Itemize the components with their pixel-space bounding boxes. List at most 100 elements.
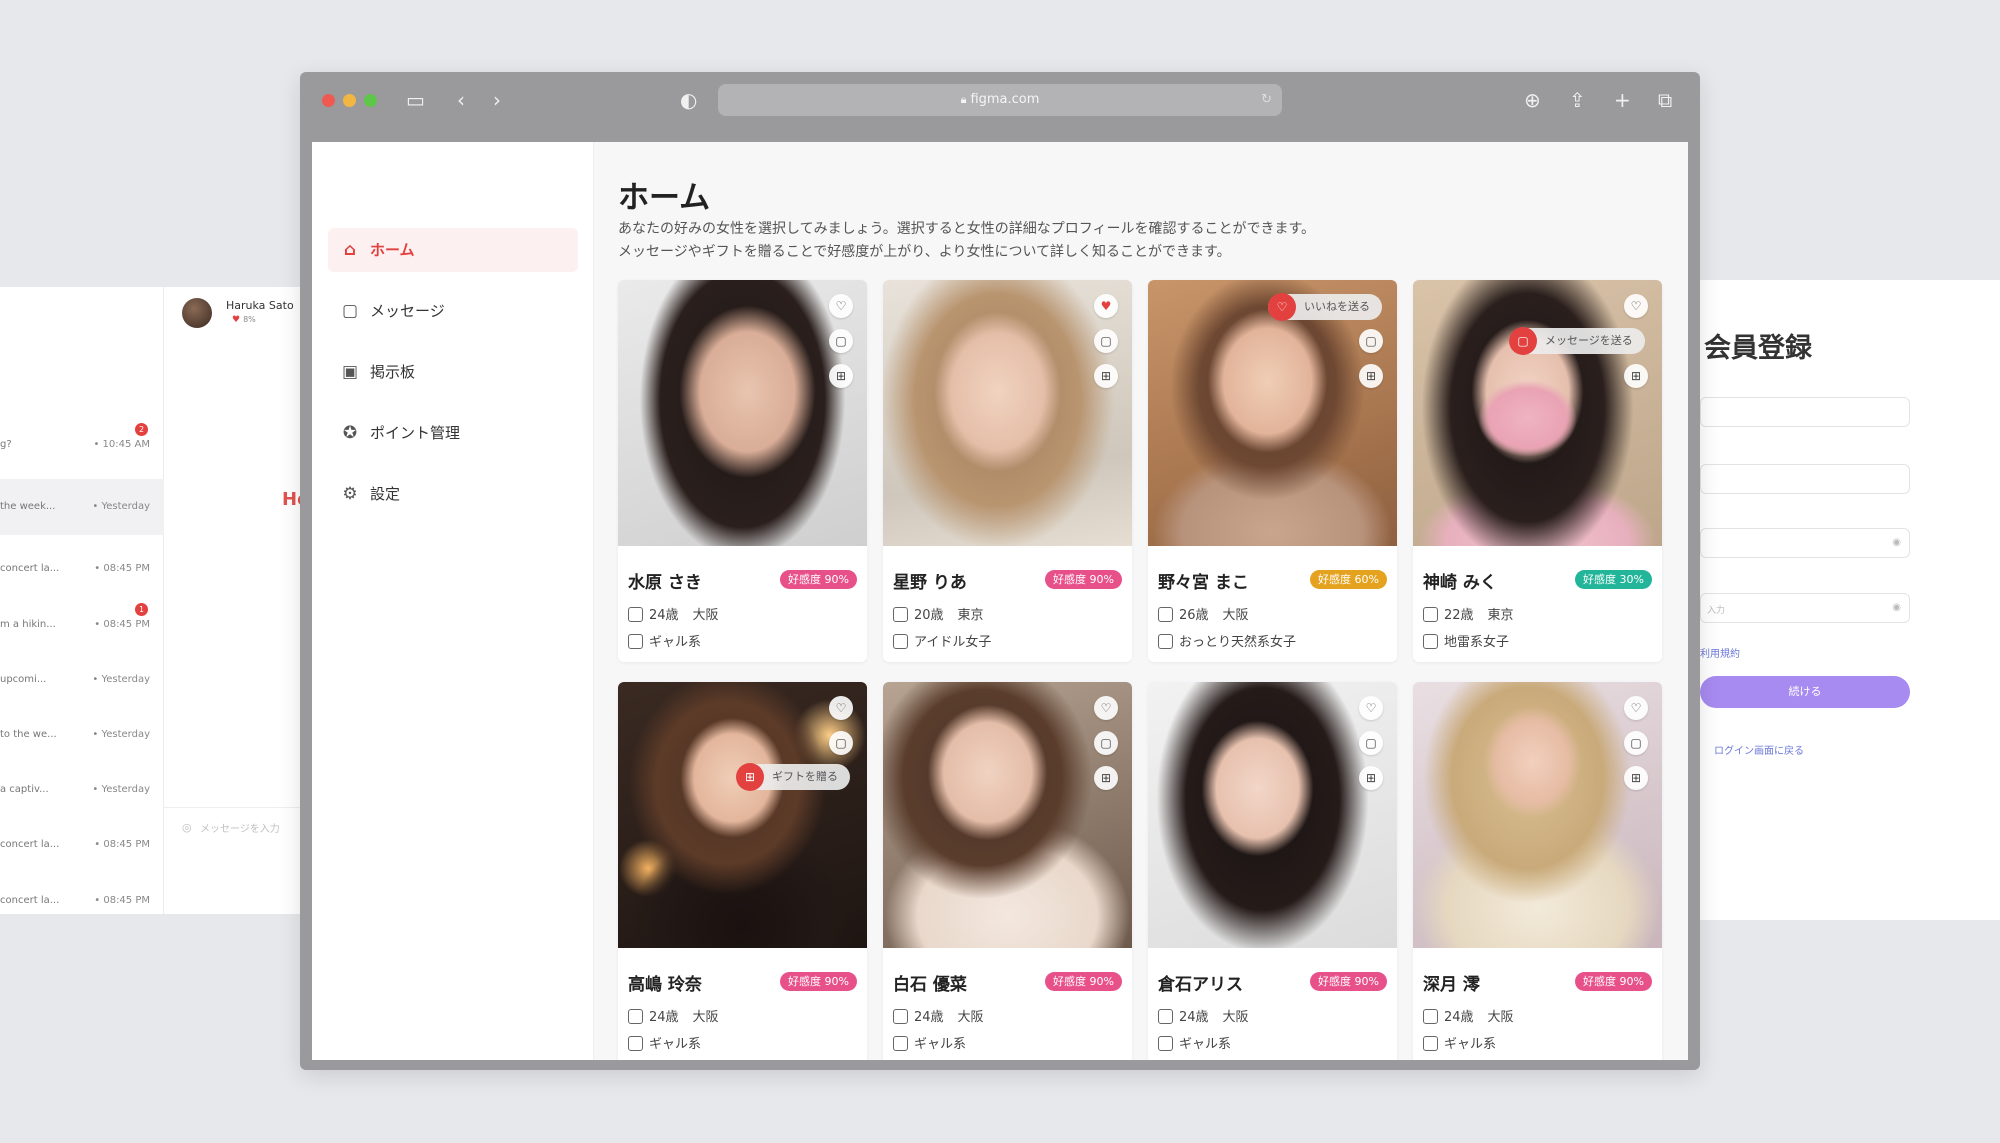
page-description: あなたの好みの女性を選択してみましょう。選択すると女性の詳細なプロフィールを確認… xyxy=(618,218,1315,264)
like-icon[interactable]: ♡ xyxy=(1624,294,1648,318)
download-icon[interactable]: ⊕ xyxy=(1524,86,1541,114)
signup-field[interactable] xyxy=(1700,464,1910,494)
sidebar-item-points[interactable]: ✪ ポイント管理 xyxy=(328,411,578,455)
password-field[interactable]: ◉ xyxy=(1700,528,1910,558)
sidebar-item-label: ホーム xyxy=(370,241,415,259)
person-icon xyxy=(893,1009,908,1024)
conversation-time: • Yesterday xyxy=(92,729,150,740)
profile-age-area: 24歳 大阪 xyxy=(628,1006,719,1025)
conversation-item[interactable]: to the we... • Yesterday xyxy=(0,707,164,763)
description-line: メッセージやギフトを贈ることで好感度が上がり、より女性について詳しく知ることがで… xyxy=(618,244,1231,260)
like-icon[interactable]: ♡ xyxy=(1624,696,1648,720)
tabs-overview-icon[interactable]: ⧉ xyxy=(1658,86,1672,114)
privacy-shield-icon[interactable]: ◐ xyxy=(680,86,697,114)
maximize-window-button[interactable] xyxy=(364,94,377,107)
like-icon[interactable]: ♡ xyxy=(829,696,853,720)
like-icon[interactable]: ♡ xyxy=(829,294,853,318)
tag-icon xyxy=(1423,634,1438,649)
message-icon[interactable]: ▢ xyxy=(1094,731,1118,755)
conversation-item[interactable]: a captiv... • Yesterday xyxy=(0,762,164,818)
reload-icon[interactable]: ↻ xyxy=(1261,84,1272,116)
gift-icon[interactable]: ⊞ xyxy=(1094,364,1118,388)
conversation-item[interactable]: upcomi... • Yesterday xyxy=(0,652,164,708)
profile-card[interactable]: ♡ いいねを送る ♡ ▢ ⊞ 野々宮 まこ 好感度 60% 26歳大阪 おっとり… xyxy=(1148,280,1397,662)
sidebar: ⌂ ホーム ▢ メッセージ ▣ 掲示板 ✪ ポイント管理 ⚙ 設定 xyxy=(312,142,594,1060)
gift-icon[interactable]: ⊞ xyxy=(1094,766,1118,790)
eye-icon[interactable]: ◉ xyxy=(1892,537,1901,548)
new-tab-icon[interactable]: + xyxy=(1614,86,1631,114)
conversation-item[interactable]: concert la... • 08:45 PM xyxy=(0,873,164,914)
conversation-item[interactable]: the week... • Yesterday xyxy=(0,479,164,535)
sidebar-item-label: ポイント管理 xyxy=(370,424,461,442)
like-icon[interactable]: ♡ xyxy=(1094,696,1118,720)
gift-icon[interactable]: ⊞ xyxy=(829,364,853,388)
message-icon[interactable]: ▢ xyxy=(1359,731,1383,755)
conversation-item[interactable]: m a hikin... 1 • 08:45 PM xyxy=(0,597,164,653)
conversation-time: • Yesterday xyxy=(92,674,150,685)
unread-badge: 1 xyxy=(135,603,148,616)
sidebar-item-label: 掲示板 xyxy=(370,363,416,381)
gift-icon[interactable]: ⊞ xyxy=(1359,766,1383,790)
conversation-time: • 08:45 PM xyxy=(94,839,150,850)
field-placeholder: 入力 xyxy=(1707,606,1726,616)
eye-icon[interactable]: ◉ xyxy=(1892,602,1901,613)
profile-area: 大阪 xyxy=(957,1010,984,1025)
gift-icon[interactable]: ⊞ xyxy=(1624,364,1648,388)
continue-button[interactable]: 続ける xyxy=(1700,676,1910,708)
profile-age: 26歳 xyxy=(1179,608,1209,623)
back-icon[interactable]: ‹ xyxy=(457,86,465,114)
tooltip-label: メッセージを送る xyxy=(1545,334,1633,347)
address-bar[interactable]: 🔒︎ figma.com ↻ xyxy=(718,84,1282,116)
back-to-login-link[interactable]: ログイン画面に戻る xyxy=(1714,742,1804,757)
message-icon[interactable]: ▢ xyxy=(1094,329,1118,353)
card-actions: ♡ ▢ ⊞ xyxy=(829,294,853,399)
profile-card[interactable]: ⊞ ギフトを贈る ♡ ▢ ⊞ 高嶋 玲奈 好感度 90% 24歳大阪 ギャル系 xyxy=(618,682,867,1060)
sidebar-item-board[interactable]: ▣ 掲示板 xyxy=(328,350,578,394)
profile-card[interactable]: ♡ ▢ ⊞ 深月 澪 好感度 90% 24歳 大阪 ギャル系 xyxy=(1413,682,1662,1060)
forward-icon[interactable]: › xyxy=(493,86,501,114)
profile-card[interactable]: ♡ ▢ ⊞ 水原 さき 好感度 90% 24歳 大阪 ギャル系 xyxy=(618,280,867,662)
profile-card[interactable]: ▢ メッセージを送る ♡ ▢ ⊞ 神崎 みく 好感度 30% 22歳東京 地雷系… xyxy=(1413,280,1662,662)
affinity-badge: 好感度 30% xyxy=(1575,570,1652,589)
points-icon: ✪ xyxy=(342,423,358,443)
share-icon[interactable]: ⇪ xyxy=(1569,86,1586,114)
profile-area: 大阪 xyxy=(1487,1010,1514,1025)
person-icon xyxy=(628,607,643,622)
sidebar-item-home[interactable]: ⌂ ホーム xyxy=(328,228,578,272)
profile-age: 24歳 xyxy=(649,1010,679,1025)
gift-icon[interactable]: ⊞ xyxy=(1359,364,1383,388)
affinity-badge: 好感度 90% xyxy=(1310,972,1387,991)
sidebar-toggle-icon[interactable]: ▭ xyxy=(406,86,425,114)
settings-icon: ⚙ xyxy=(342,484,358,504)
conversation-item[interactable]: g? 2 • 10:45 AM xyxy=(0,417,164,473)
profile-name: 高嶋 玲奈 xyxy=(628,975,702,995)
profile-age-area: 24歳 大阪 xyxy=(1423,1006,1514,1025)
message-icon[interactable]: ▢ xyxy=(1624,731,1648,755)
sidebar-item-settings[interactable]: ⚙ 設定 xyxy=(328,472,578,516)
page-title: ホーム xyxy=(618,180,711,216)
minimize-window-button[interactable] xyxy=(343,94,356,107)
profile-card[interactable]: ♡ ▢ ⊞ 白石 優菜 好感度 90% 24歳 大阪 ギャル系 xyxy=(883,682,1132,1060)
conversation-item[interactable]: concert la... • 08:45 PM xyxy=(0,817,164,873)
message-icon[interactable]: ▢ xyxy=(829,329,853,353)
message-input[interactable]: ◎ メッセージを入力 xyxy=(164,807,300,847)
person-icon xyxy=(1423,1009,1438,1024)
message-icon[interactable]: ▢ xyxy=(1359,329,1383,353)
signup-field[interactable] xyxy=(1700,397,1910,427)
profile-age-area: 26歳 大阪 xyxy=(1158,604,1249,623)
profile-card[interactable]: ♡ ▢ ⊞ 倉石アリス 好感度 90% 24歳 大阪 ギャル系 xyxy=(1148,682,1397,1060)
terms-link[interactable]: 利用規約 xyxy=(1700,645,1740,660)
conversation-preview: a captiv... xyxy=(0,784,49,795)
sidebar-item-messages[interactable]: ▢ メッセージ xyxy=(328,289,578,333)
camera-icon[interactable]: ◎ xyxy=(182,821,192,834)
tag-icon xyxy=(1158,634,1173,649)
profile-card[interactable]: ♥ ▢ ⊞ 星野 りあ 好感度 90% 20歳 東京 アイドル女子 xyxy=(883,280,1132,662)
profile-age-area: 20歳 東京 xyxy=(893,604,984,623)
message-icon[interactable]: ▢ xyxy=(829,731,853,755)
password-confirm-field[interactable]: 入力 ◉ xyxy=(1700,593,1910,623)
close-window-button[interactable] xyxy=(322,94,335,107)
liked-heart-icon[interactable]: ♥ xyxy=(1094,294,1118,318)
like-icon[interactable]: ♡ xyxy=(1359,696,1383,720)
gift-icon[interactable]: ⊞ xyxy=(1624,766,1648,790)
conversation-item[interactable]: concert la... • 08:45 PM xyxy=(0,541,164,597)
